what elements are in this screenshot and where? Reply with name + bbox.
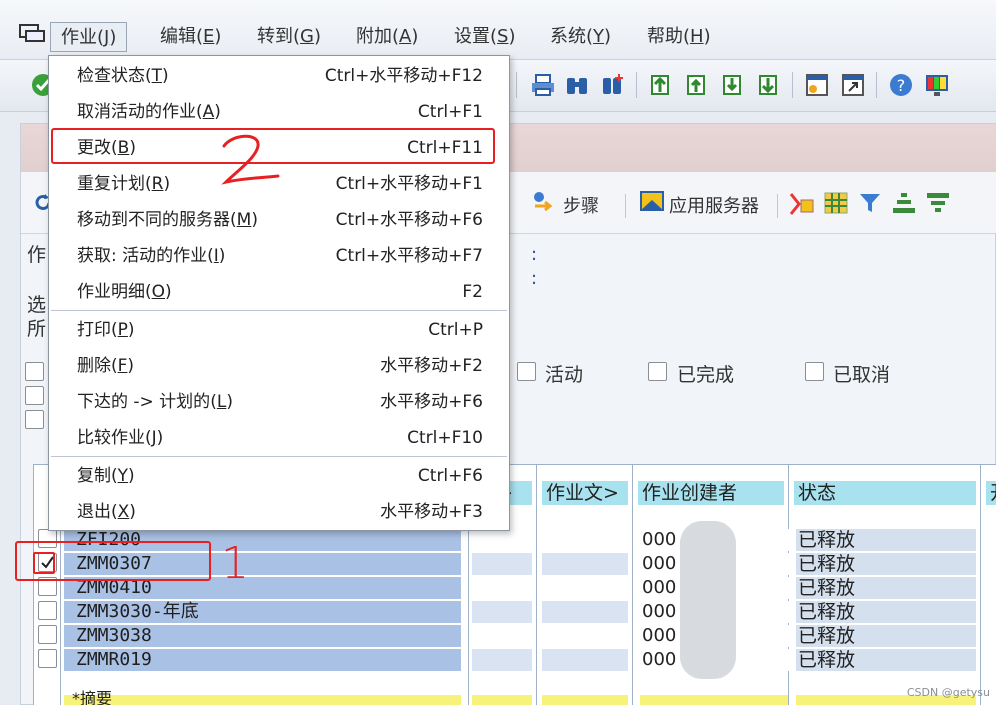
svg-text:?: ? xyxy=(897,76,906,95)
job-menu-dropdown: 检查状态(T) Ctrl+水平移动+F12 取消活动的作业(A) Ctrl+F1 更… xyxy=(48,55,510,531)
field-colon: : xyxy=(531,268,538,289)
summary-label: *摘要 xyxy=(72,689,113,705)
status-cell: 已释放 xyxy=(796,529,976,551)
status-cell: 已释放 xyxy=(796,625,976,647)
highlight-checkbox xyxy=(33,552,55,574)
column-header-status[interactable]: 状态 xyxy=(794,481,976,505)
last-page-icon[interactable] xyxy=(756,72,782,98)
menu-item-delete[interactable]: 删除(F) 水平移动+F2 xyxy=(49,348,509,384)
job-name-cell[interactable]: ZMM3030-年底 xyxy=(64,601,461,623)
finished-label: 已完成 xyxy=(677,364,735,386)
shortcut-icon[interactable] xyxy=(840,72,866,98)
server-icon xyxy=(640,191,664,211)
cancelled-label: 已取消 xyxy=(833,364,891,386)
row-select-checkbox[interactable] xyxy=(38,625,57,644)
job-name-cell[interactable]: ZMMR019 xyxy=(64,649,461,671)
status-cell: 已释放 xyxy=(796,553,976,575)
menu-item-released-to-scheduled[interactable]: 下达的 -> 计划的(L) 水平移动+F6 xyxy=(49,384,509,420)
field-colon: : xyxy=(531,244,538,265)
filter-icon[interactable] xyxy=(857,190,883,216)
menu-job[interactable]: 作业(J) xyxy=(50,22,128,52)
row-select-checkbox[interactable] xyxy=(38,601,57,620)
grid-layout-icon[interactable] xyxy=(823,190,849,216)
sort-descending-icon[interactable] xyxy=(925,190,951,216)
find-icon[interactable] xyxy=(564,72,590,98)
watermark: CSDN @getysu xyxy=(906,686,990,699)
menu-item-exit[interactable]: 退出(X) 水平移动+F3 xyxy=(49,494,509,530)
select-label: 选 xyxy=(27,294,47,316)
active-label: 活动 xyxy=(545,364,584,386)
annotation-step-2-glyph xyxy=(221,134,280,185)
find-next-icon[interactable] xyxy=(600,72,626,98)
customize-layout-icon[interactable] xyxy=(924,72,950,98)
new-session-icon[interactable] xyxy=(804,72,830,98)
menu-bar: 作业(J) 编辑(E) 转到(G) 附加(A) 设置(S) 系统(Y) 帮助(H… xyxy=(0,0,996,60)
first-page-icon[interactable] xyxy=(648,72,674,98)
previous-page-icon[interactable] xyxy=(684,72,710,98)
menu-item-print[interactable]: 打印(P) Ctrl+P xyxy=(49,312,509,348)
menu-item-move-server[interactable]: 移动到不同的服务器(M) Ctrl+水平移动+F6 xyxy=(49,202,509,238)
status-checkbox[interactable] xyxy=(25,362,44,381)
menu-help[interactable]: 帮助(H) xyxy=(637,22,721,52)
steps-icon xyxy=(534,192,553,212)
job-name-label: 作 xyxy=(27,244,47,266)
menu-item-compare-jobs[interactable]: 比较作业(J) Ctrl+F10 xyxy=(49,420,509,456)
job-name-cell[interactable]: ZMM3038 xyxy=(64,625,461,647)
column-header-job-doc[interactable]: 作业文> xyxy=(542,481,628,505)
status-checkbox[interactable] xyxy=(25,410,44,429)
status-cell: 已释放 xyxy=(796,577,976,599)
redacted-creator-names xyxy=(680,521,736,679)
all-label: 所 xyxy=(27,318,47,340)
print-icon[interactable] xyxy=(530,72,556,98)
annotation-step-1: 1 xyxy=(221,538,249,589)
menu-extras[interactable]: 附加(A) xyxy=(346,22,428,52)
finished-checkbox[interactable] xyxy=(648,362,667,381)
sort-ascending-icon[interactable] xyxy=(891,190,917,216)
menu-settings[interactable]: 设置(S) xyxy=(444,22,526,52)
next-page-icon[interactable] xyxy=(720,72,746,98)
menu-item-check-status[interactable]: 检查状态(T) Ctrl+水平移动+F12 xyxy=(49,58,509,94)
menu-system[interactable]: 系统(Y) xyxy=(540,22,621,52)
cancelled-checkbox[interactable] xyxy=(805,362,824,381)
row-select-checkbox[interactable] xyxy=(38,649,57,668)
help-icon[interactable]: ? xyxy=(888,72,914,98)
status-checkbox[interactable] xyxy=(25,386,44,405)
menu-item-capture-active-job[interactable]: 获取: 活动的作业(I) Ctrl+水平移动+F7 xyxy=(49,238,509,274)
menu-item-cancel-active-job[interactable]: 取消活动的作业(A) Ctrl+F1 xyxy=(49,94,509,130)
column-header-start[interactable]: 开 xyxy=(986,481,996,505)
menu-logo-icon[interactable] xyxy=(18,22,46,44)
menu-edit[interactable]: 编辑(E) xyxy=(150,22,231,52)
export-icon[interactable] xyxy=(789,190,815,216)
status-cell: 已释放 xyxy=(796,649,976,671)
status-cell: 已释放 xyxy=(796,601,976,623)
active-checkbox[interactable] xyxy=(517,362,536,381)
menu-goto[interactable]: 转到(G) xyxy=(247,22,331,52)
column-header-creator[interactable]: 作业创建者 xyxy=(638,481,784,505)
menu-item-job-details[interactable]: 作业明细(O) F2 xyxy=(49,274,509,310)
menu-item-copy[interactable]: 复制(Y) Ctrl+F6 xyxy=(49,458,509,494)
